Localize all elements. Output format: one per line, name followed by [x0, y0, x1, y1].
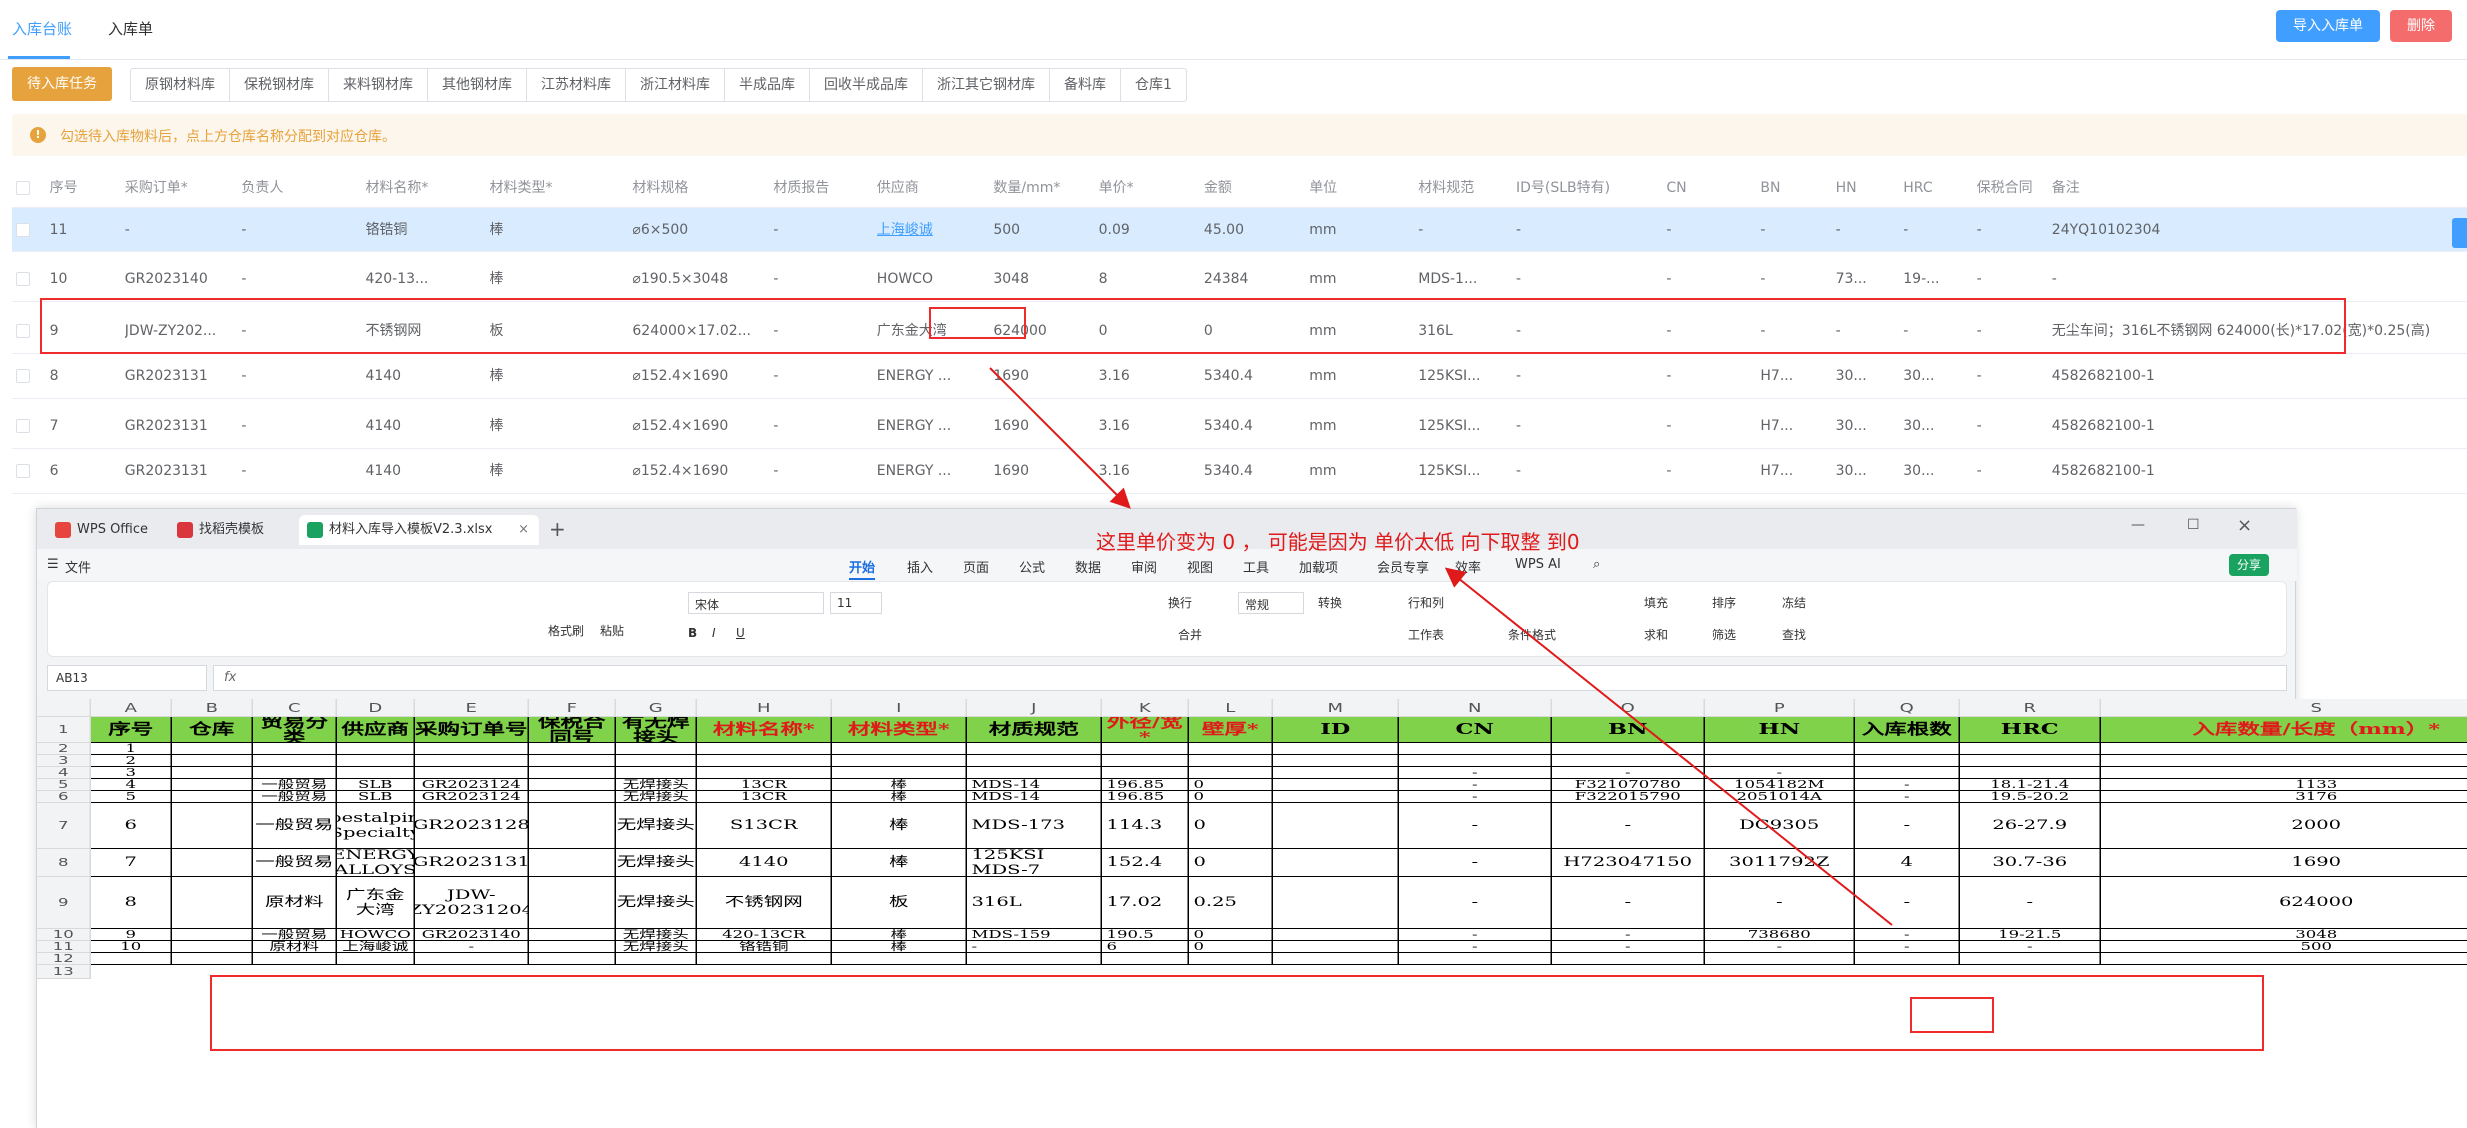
app-root: 入库台账 入库单 导入入库单 删除 待入库任务 原钢材料库 保税钢材库 来料钢材库其…: [0, 0, 2467, 1128]
annotation-arrows: [989, 367, 1893, 926]
arrow-to-annotation: [989, 367, 1131, 509]
arrow-from-sheet: [1444, 567, 1893, 926]
